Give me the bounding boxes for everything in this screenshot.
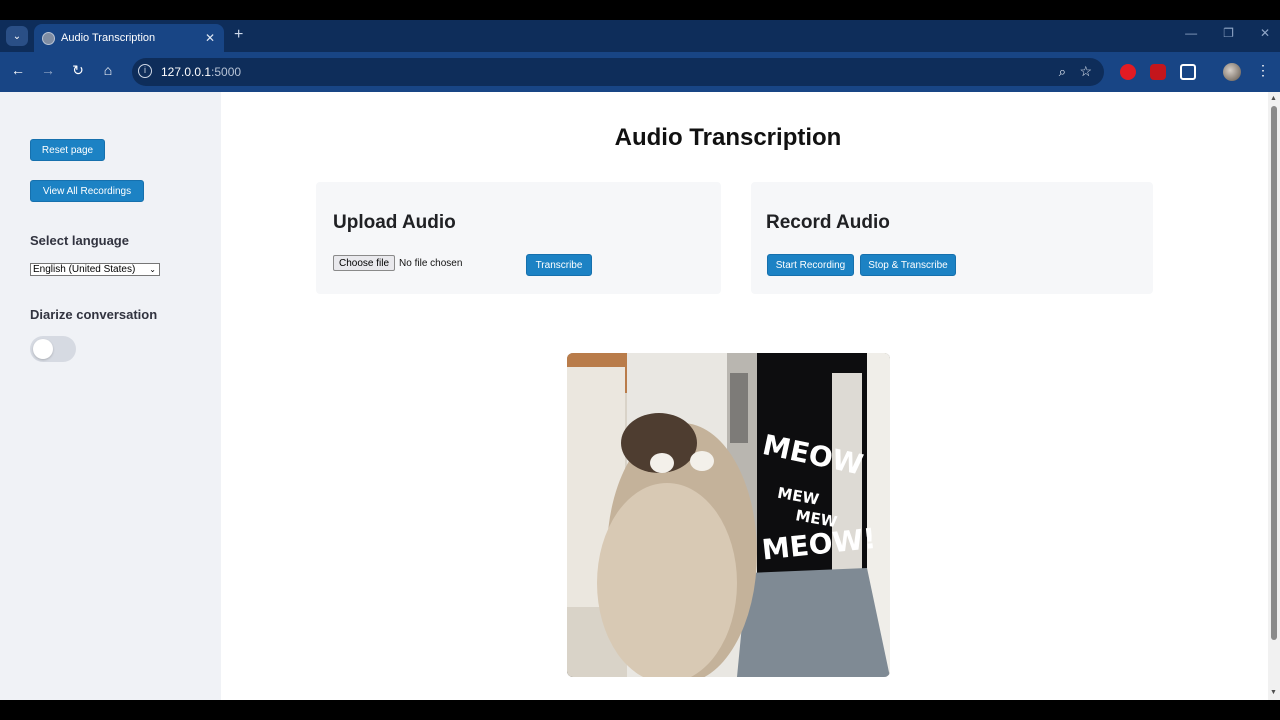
record-audio-title: Record Audio [766,212,890,233]
extensions-puzzle-icon[interactable] [1180,64,1196,80]
tab-title: Audio Transcription [61,32,156,44]
diarize-label: Diarize conversation [30,307,158,322]
restore-icon[interactable]: ❐ [1223,26,1234,40]
scrollbar-thumb[interactable] [1271,106,1277,640]
sidebar: Reset page View All Recordings Select la… [0,92,221,700]
new-tab-button[interactable]: + [234,26,243,44]
extension-icon-2[interactable] [1150,64,1166,80]
stop-transcribe-button[interactable]: Stop & Transcribe [860,254,956,276]
globe-icon [42,31,55,45]
home-button[interactable]: ⌂ [98,62,118,78]
upload-audio-title: Upload Audio [333,212,456,233]
tab-strip: ⌄ Audio Transcription ✕ + — ❐ ✕ [0,20,1280,52]
profile-avatar[interactable] [1223,63,1241,81]
browser-menu-icon[interactable]: ⋮ [1256,62,1270,79]
browser-toolbar: ← → ↻ ⌂ i 127.0.0.1:5000 ⌕ ☆ ⋮ [0,52,1280,92]
reset-page-button[interactable]: Reset page [30,139,105,161]
choose-file-button[interactable]: Choose file [333,255,396,271]
zoom-icon[interactable]: ⌕ [1059,64,1066,80]
chevron-down-icon: ⌄ [149,265,156,274]
back-button[interactable]: ← [8,62,28,78]
file-status: No file chosen [399,257,463,269]
window-controls: — ❐ ✕ [1185,26,1270,40]
language-select-value: English (United States) [33,264,136,275]
minimize-icon[interactable]: — [1185,26,1197,40]
start-recording-button[interactable]: Start Recording [767,254,854,276]
record-audio-card: Record Audio Start Recording Stop & Tran… [751,182,1153,294]
extension-icon-1[interactable] [1120,64,1136,80]
cat-meow-gif: MEOW MEW MEW MEOW! [567,353,890,677]
browser-tab[interactable]: Audio Transcription ✕ [34,24,224,52]
file-input[interactable]: Choose file No file chosen [333,255,462,271]
toggle-knob [33,339,53,359]
screen-bottom-border [0,700,1280,720]
bookmark-star-icon[interactable]: ☆ [1079,63,1092,80]
reload-button[interactable]: ↻ [68,62,88,79]
view-all-recordings-button[interactable]: View All Recordings [30,180,144,202]
scroll-down-icon[interactable]: ▼ [1270,689,1277,696]
address-bar[interactable]: i 127.0.0.1:5000 ⌕ ☆ [132,58,1104,86]
forward-button[interactable]: → [38,62,58,78]
page-viewport: Reset page View All Recordings Select la… [0,92,1280,700]
site-info-icon[interactable]: i [138,64,152,78]
tab-close-icon[interactable]: ✕ [202,31,218,45]
page-title: Audio Transcription [614,124,842,151]
upload-audio-card: Upload Audio Choose file No file chosen … [316,182,721,294]
transcribe-button[interactable]: Transcribe [526,254,592,276]
diarize-toggle[interactable] [30,336,76,362]
tab-search-button[interactable]: ⌄ [6,26,28,46]
url-text[interactable]: 127.0.0.1:5000 [161,65,241,79]
close-window-icon[interactable]: ✕ [1260,26,1270,40]
scroll-up-icon[interactable]: ▲ [1270,95,1277,102]
page-scrollbar[interactable]: ▲ ▼ [1268,92,1280,700]
language-select[interactable]: English (United States) ⌄ [30,263,160,276]
select-language-label: Select language [30,233,129,248]
screen-top-border [0,0,1280,20]
